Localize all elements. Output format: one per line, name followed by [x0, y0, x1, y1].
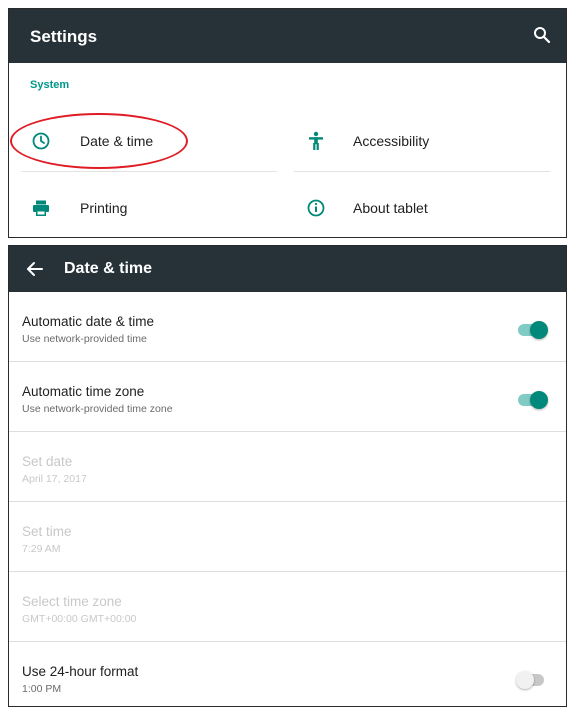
date-time-title: Date & time: [64, 260, 153, 277]
row-title: Select time zone: [22, 594, 122, 609]
tile-divider: [21, 171, 277, 172]
setting-row-set-date: Set date April 17, 2017: [9, 432, 566, 502]
settings-tile-printing[interactable]: Printing: [30, 180, 275, 236]
tile-label-about-tablet: About tablet: [353, 200, 428, 216]
row-subtitle: Use network-provided time zone: [22, 403, 173, 415]
back-arrow-icon[interactable]: [25, 259, 45, 279]
row-subtitle: 7:29 AM: [22, 543, 61, 555]
row-subtitle: Use network-provided time: [22, 333, 147, 345]
printer-icon: [33, 200, 49, 216]
toggle-switch-automatic-date-time[interactable]: [516, 320, 548, 340]
switch-thumb: [530, 391, 548, 409]
settings-tile-accessibility[interactable]: Accessibility: [305, 113, 550, 169]
switch-thumb: [530, 321, 548, 339]
row-title: Use 24-hour format: [22, 664, 139, 679]
setting-row-automatic-date-time[interactable]: Automatic date & time Use network-provid…: [9, 292, 566, 362]
settings-screen: Settings System Date & time Accessibilit…: [8, 8, 567, 238]
tile-label-date-time: Date & time: [80, 133, 154, 149]
setting-row-use-24-hour-format[interactable]: Use 24-hour format 1:00 PM: [9, 642, 566, 706]
settings-tile-about-tablet[interactable]: About tablet: [305, 180, 550, 236]
row-subtitle: GMT+00:00 GMT+00:00: [22, 613, 137, 625]
tile-label-printing: Printing: [80, 200, 128, 216]
switch-thumb: [516, 671, 534, 689]
tile-divider: [294, 171, 550, 172]
row-subtitle: 1:00 PM: [22, 683, 62, 695]
settings-title: Settings: [30, 27, 98, 46]
date-time-app-bar: Date & time: [9, 246, 566, 292]
tile-label-accessibility: Accessibility: [353, 133, 430, 149]
row-title: Automatic time zone: [22, 384, 145, 399]
setting-row-automatic-time-zone[interactable]: Automatic time zone Use network-provided…: [9, 362, 566, 432]
row-title: Automatic date & time: [22, 314, 155, 329]
row-subtitle: April 17, 2017: [22, 473, 87, 485]
date-time-screen: Date & time Automatic date & time Use ne…: [8, 245, 567, 707]
settings-app-bar: Settings: [9, 9, 566, 63]
toggle-switch-automatic-time-zone[interactable]: [516, 390, 548, 410]
clock-icon: [32, 132, 50, 150]
toggle-switch-use-24-hour-format[interactable]: [516, 670, 548, 690]
info-icon: [307, 199, 325, 217]
setting-row-select-time-zone: Select time zone GMT+00:00 GMT+00:00: [9, 572, 566, 642]
setting-row-set-time: Set time 7:29 AM: [9, 502, 566, 572]
accessibility-icon: [309, 131, 323, 150]
search-icon[interactable]: [532, 25, 552, 45]
section-label-system: System: [30, 79, 70, 91]
row-title: Set date: [22, 454, 73, 469]
settings-tile-date-time[interactable]: Date & time: [30, 113, 275, 169]
row-title: Set time: [22, 524, 72, 539]
